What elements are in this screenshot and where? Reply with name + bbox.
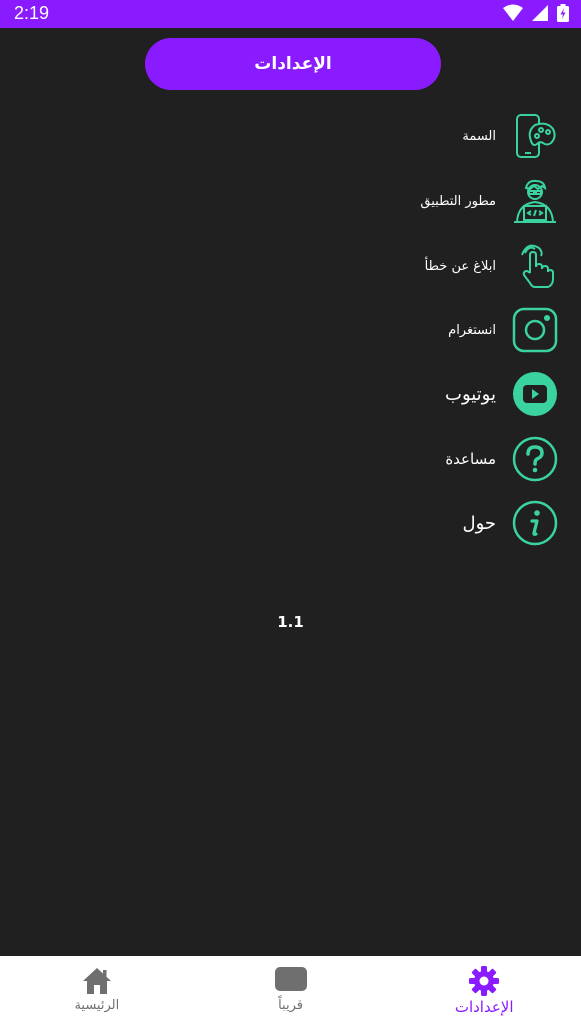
tab-label: الإعدادات [454,998,514,1016]
page-title: الإعدادات [145,38,441,90]
menu-item-instagram[interactable]: انستغرام [448,305,558,355]
instagram-icon [512,307,558,353]
status-bar: 2:19 [0,0,581,28]
menu-item-label: يوتيوب [445,383,496,405]
home-icon [81,966,113,1000]
menu-item-label: ابلاغ عن خطأ [424,258,496,274]
wifi-icon [503,4,523,21]
tab-soon[interactable]: قريباً [194,956,388,1025]
cellular-icon [532,5,548,21]
help-icon [512,436,558,482]
touch-hand-icon [512,243,558,289]
bottom-navigation: الرئيسية قريباً الإعدادات [0,956,581,1025]
menu-item-report-bug[interactable]: ابلاغ عن خطأ [425,241,558,291]
status-time: 2:19 [14,3,50,23]
page-title-label: الإعدادات [254,54,332,74]
youtube-icon [512,371,558,417]
menu-item-theme[interactable]: السمة [462,111,558,161]
menu-item-developer[interactable]: مطور التطبيق [420,176,558,226]
tab-home[interactable]: الرئيسية [0,956,194,1025]
menu-item-label: السمة [462,128,496,144]
app-version: 1.1 [277,613,304,631]
battery-icon [557,4,569,22]
developer-icon [512,178,558,224]
menu-item-youtube[interactable]: يوتيوب [445,369,558,419]
menu-item-label: مطور التطبيق [420,193,496,209]
menu-item-help[interactable]: مساعدة [445,434,558,484]
menu-item-label: حول [462,512,496,534]
soon-icon [274,966,307,996]
settings-gear-icon [469,966,500,1000]
palette-phone-icon [512,113,558,159]
info-icon [512,500,558,546]
menu-item-about[interactable]: حول [462,498,558,548]
menu-item-label: انستغرام [448,322,496,338]
menu-item-label: مساعدة [445,450,496,468]
tab-settings[interactable]: الإعدادات [387,956,581,1025]
tab-label: الرئيسية [74,998,120,1013]
tab-label: قريباً [278,998,303,1013]
